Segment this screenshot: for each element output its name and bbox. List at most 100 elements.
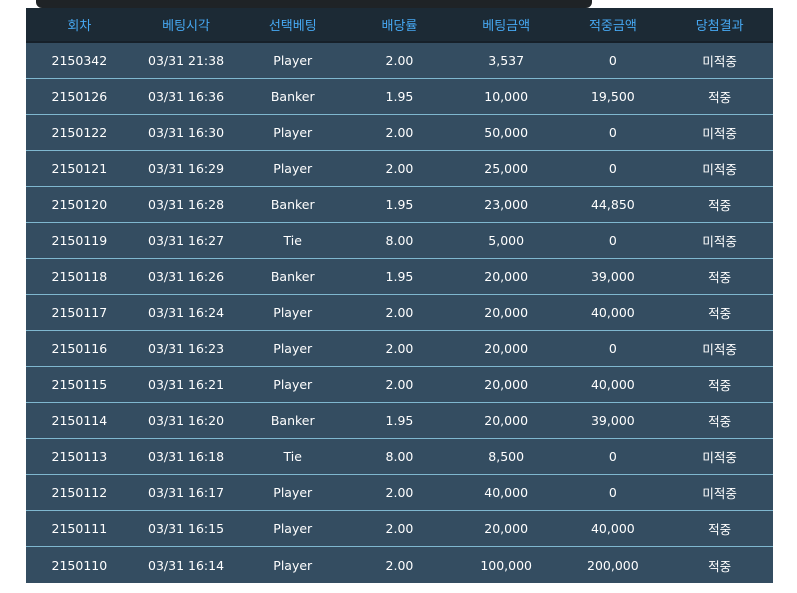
cell-bet-time: 03/31 16:20	[132, 402, 240, 439]
header-bet-time: 베팅시각	[132, 8, 240, 43]
cell-selected-bet: Player	[239, 546, 347, 583]
cell-bet-amount: 23,000	[452, 186, 560, 223]
cell-result: 적중	[666, 510, 773, 547]
cell-selected-bet: Banker	[239, 402, 347, 439]
table-row: 2150120 03/31 16:28 Banker 1.95 23,000 44,850…	[26, 186, 773, 223]
cell-odds: 2.00	[346, 42, 453, 79]
cell-odds: 2.00	[346, 510, 453, 547]
table-row: 2150119 03/31 16:27 Tie 8.00 5,000 0 미적중	[26, 222, 773, 259]
cell-bet-time: 03/31 16:27	[132, 222, 240, 259]
top-panel-edge	[36, 0, 592, 8]
table-row: 2150118 03/31 16:26 Banker 1.95 20,000 39,000…	[26, 258, 773, 295]
cell-selected-bet: Player	[239, 474, 347, 511]
cell-win-amount: 200,000	[559, 546, 667, 583]
cell-selected-bet: Player	[239, 330, 347, 367]
table-row: 2150115 03/31 16:21 Player 2.00 20,000 40,000…	[26, 366, 773, 403]
table-body: 2150342 03/31 21:38 Player 2.00 3,537 0 미적중 215…	[26, 42, 773, 583]
cell-result: 미적중	[666, 474, 773, 511]
cell-selected-bet: Tie	[239, 438, 347, 475]
table-header-row: 회차 베팅시각 선택베팅 배당률 베팅금액 적중금액 당첨결과	[26, 8, 773, 43]
cell-result: 미적중	[666, 42, 773, 79]
cell-odds: 2.00	[346, 474, 453, 511]
cell-round: 2150116	[26, 330, 133, 367]
cell-round: 2150121	[26, 150, 133, 187]
cell-win-amount: 0	[559, 150, 667, 187]
cell-odds: 2.00	[346, 150, 453, 187]
cell-bet-amount: 8,500	[452, 438, 560, 475]
cell-bet-amount: 20,000	[452, 258, 560, 295]
header-result: 당첨결과	[666, 8, 773, 43]
cell-selected-bet: Player	[239, 294, 347, 331]
header-selected-bet: 선택베팅	[239, 8, 347, 43]
cell-result: 미적중	[666, 222, 773, 259]
cell-odds: 2.00	[346, 366, 453, 403]
cell-round: 2150126	[26, 78, 133, 115]
cell-win-amount: 0	[559, 222, 667, 259]
cell-bet-time: 03/31 16:36	[132, 78, 240, 115]
cell-result: 미적중	[666, 114, 773, 151]
cell-round: 2150119	[26, 222, 133, 259]
cell-round: 2150115	[26, 366, 133, 403]
cell-bet-amount: 3,537	[452, 42, 560, 79]
table-row: 2150121 03/31 16:29 Player 2.00 25,000 0 미적중	[26, 150, 773, 187]
cell-win-amount: 0	[559, 114, 667, 151]
table-row: 2150122 03/31 16:30 Player 2.00 50,000 0 미적중	[26, 114, 773, 151]
cell-win-amount: 0	[559, 330, 667, 367]
cell-bet-time: 03/31 16:26	[132, 258, 240, 295]
cell-bet-amount: 20,000	[452, 294, 560, 331]
cell-bet-amount: 20,000	[452, 366, 560, 403]
table-row: 2150112 03/31 16:17 Player 2.00 40,000 0 미적중	[26, 474, 773, 511]
cell-win-amount: 0	[559, 474, 667, 511]
cell-bet-time: 03/31 16:15	[132, 510, 240, 547]
cell-odds: 1.95	[346, 78, 453, 115]
cell-bet-amount: 5,000	[452, 222, 560, 259]
cell-win-amount: 40,000	[559, 510, 667, 547]
cell-round: 2150110	[26, 546, 133, 583]
cell-odds: 8.00	[346, 438, 453, 475]
cell-bet-amount: 20,000	[452, 402, 560, 439]
cell-selected-bet: Player	[239, 150, 347, 187]
cell-odds: 2.00	[346, 294, 453, 331]
cell-round: 2150118	[26, 258, 133, 295]
header-round: 회차	[26, 8, 133, 43]
cell-bet-amount: 10,000	[452, 78, 560, 115]
cell-selected-bet: Banker	[239, 186, 347, 223]
cell-win-amount: 40,000	[559, 366, 667, 403]
cell-result: 적중	[666, 258, 773, 295]
cell-odds: 1.95	[346, 402, 453, 439]
cell-selected-bet: Player	[239, 510, 347, 547]
cell-result: 미적중	[666, 438, 773, 475]
cell-win-amount: 39,000	[559, 258, 667, 295]
cell-odds: 2.00	[346, 114, 453, 151]
bet-history-table: 회차 베팅시각 선택베팅 배당률 베팅금액 적중금액 당첨결과 2150342 0…	[26, 8, 773, 583]
cell-round: 2150117	[26, 294, 133, 331]
cell-bet-amount: 25,000	[452, 150, 560, 187]
header-bet-amount: 베팅금액	[452, 8, 560, 43]
table-row: 2150110 03/31 16:14 Player 2.00 100,000 200,0…	[26, 546, 773, 583]
table-row: 2150114 03/31 16:20 Banker 1.95 20,000 39,000…	[26, 402, 773, 439]
cell-bet-time: 03/31 16:30	[132, 114, 240, 151]
cell-result: 적중	[666, 186, 773, 223]
cell-bet-amount: 20,000	[452, 330, 560, 367]
cell-selected-bet: Player	[239, 114, 347, 151]
cell-odds: 2.00	[346, 330, 453, 367]
cell-odds: 8.00	[346, 222, 453, 259]
cell-bet-amount: 100,000	[452, 546, 560, 583]
cell-bet-amount: 40,000	[452, 474, 560, 511]
cell-round: 2150113	[26, 438, 133, 475]
cell-round: 2150114	[26, 402, 133, 439]
cell-selected-bet: Tie	[239, 222, 347, 259]
cell-round: 2150122	[26, 114, 133, 151]
table-row: 2150117 03/31 16:24 Player 2.00 20,000 40,000…	[26, 294, 773, 331]
cell-result: 적중	[666, 294, 773, 331]
cell-odds: 2.00	[346, 546, 453, 583]
cell-bet-time: 03/31 16:18	[132, 438, 240, 475]
cell-round: 2150342	[26, 42, 133, 79]
cell-win-amount: 0	[559, 438, 667, 475]
cell-result: 적중	[666, 546, 773, 583]
table-row: 2150342 03/31 21:38 Player 2.00 3,537 0 미적중	[26, 42, 773, 79]
cell-win-amount: 0	[559, 42, 667, 79]
cell-bet-amount: 50,000	[452, 114, 560, 151]
cell-bet-time: 03/31 21:38	[132, 42, 240, 79]
cell-selected-bet: Player	[239, 42, 347, 79]
